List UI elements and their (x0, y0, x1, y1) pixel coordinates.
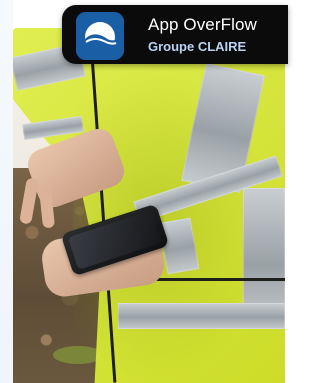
page-left-strip (0, 0, 13, 383)
app-name: App OverFlow (148, 15, 257, 34)
app-overflow-logo-icon (76, 12, 124, 60)
hero-photo (13, 28, 285, 383)
publisher-name: Groupe CLAIRE (148, 39, 247, 54)
reflective-tape (118, 303, 285, 329)
app-badge[interactable]: App OverFlow Groupe CLAIRE (62, 5, 288, 64)
